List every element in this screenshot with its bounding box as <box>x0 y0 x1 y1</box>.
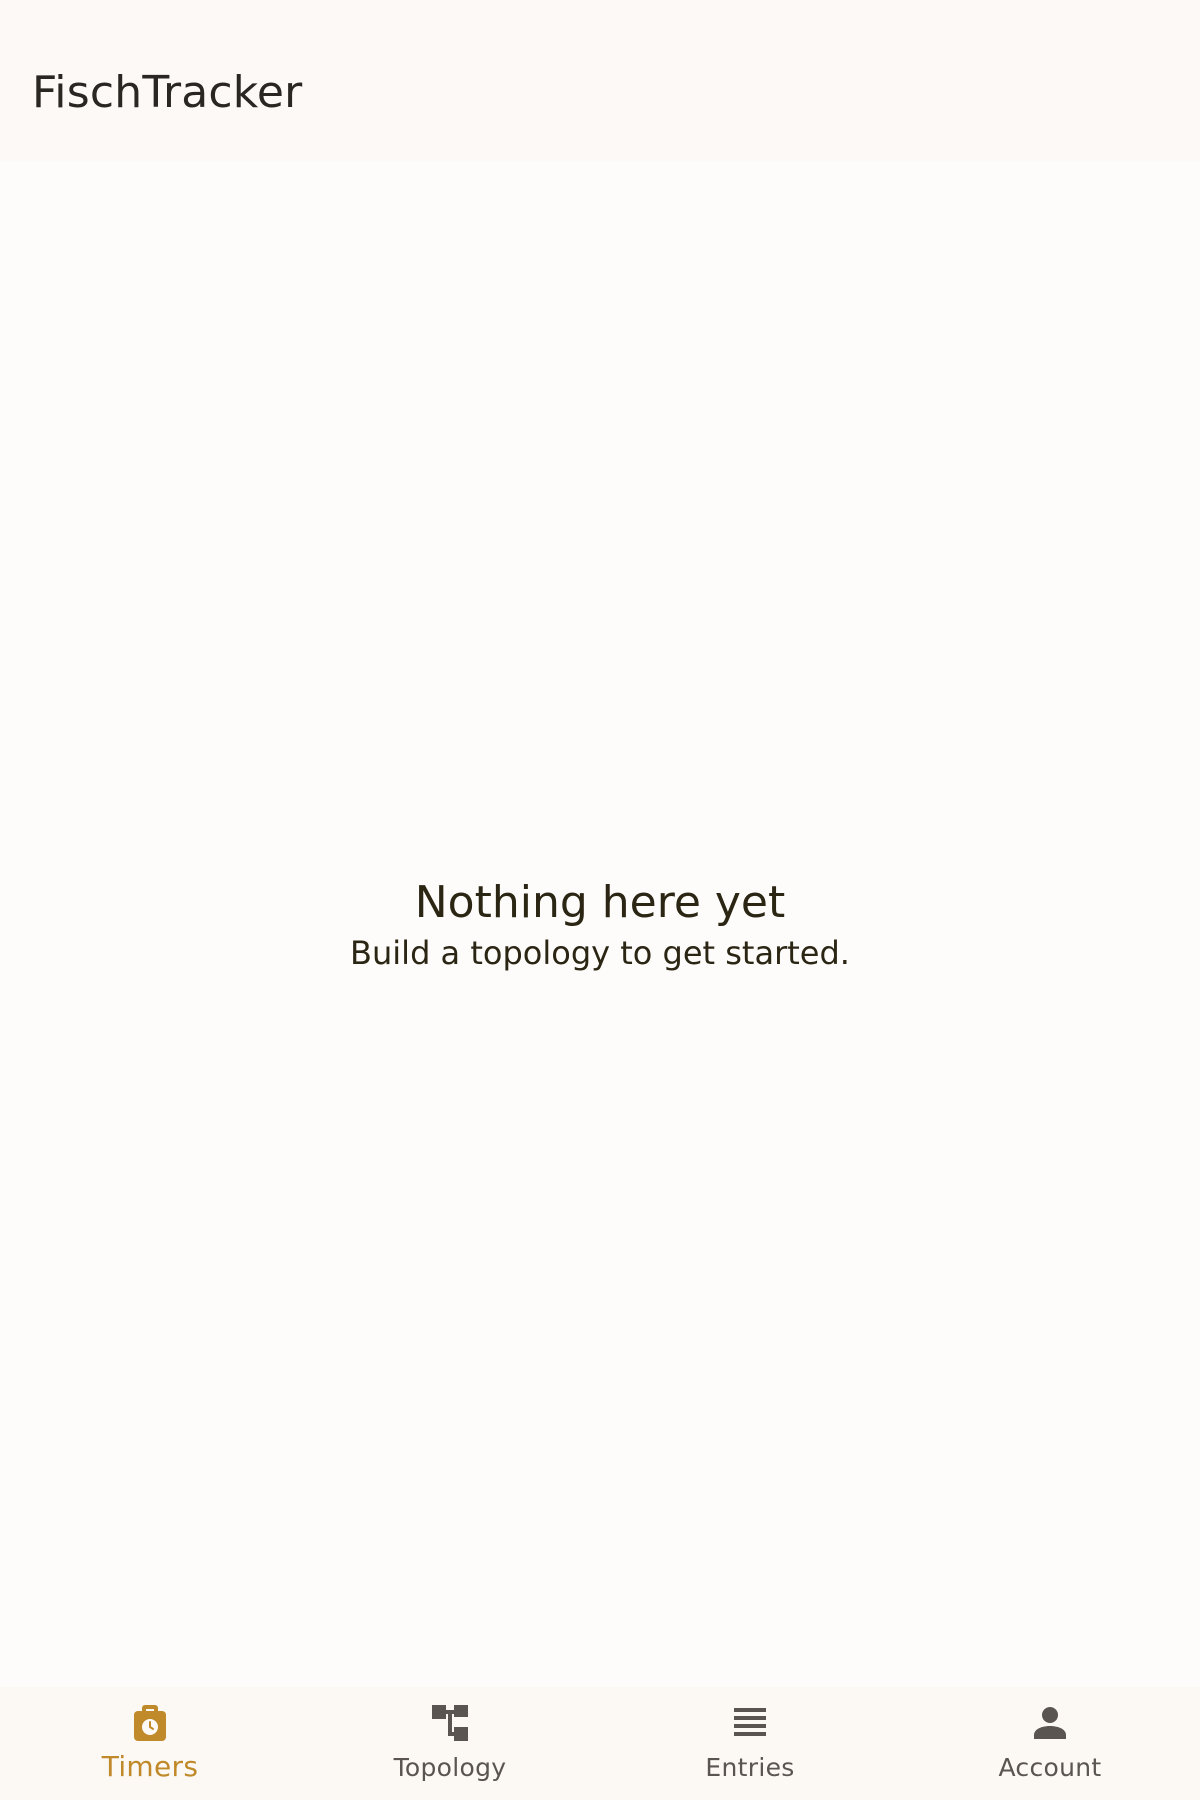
nav-label-topology: Topology <box>393 1753 507 1782</box>
app-bar: FischTracker <box>0 0 1200 161</box>
nav-label-account: Account <box>998 1753 1102 1782</box>
app-title: FischTracker <box>32 67 303 118</box>
topology-icon <box>432 1705 468 1741</box>
bottom-navigation: Timers Topology Entries Account <box>0 1687 1200 1800</box>
nav-item-entries[interactable]: Entries <box>600 1687 900 1800</box>
nav-label-entries: Entries <box>705 1753 795 1782</box>
empty-state: Nothing here yet Build a topology to get… <box>0 875 1200 975</box>
nav-item-timers[interactable]: Timers <box>0 1687 300 1800</box>
nav-item-topology[interactable]: Topology <box>300 1687 600 1800</box>
person-icon <box>1034 1707 1066 1739</box>
list-icon <box>734 1708 766 1736</box>
nav-label-timers: Timers <box>101 1750 199 1783</box>
empty-state-subtitle: Build a topology to get started. <box>350 934 850 972</box>
empty-state-title: Nothing here yet <box>414 877 786 928</box>
main-content: Nothing here yet Build a topology to get… <box>0 161 1200 1687</box>
nav-item-account[interactable]: Account <box>900 1687 1200 1800</box>
timer-bag-icon <box>134 1705 166 1741</box>
